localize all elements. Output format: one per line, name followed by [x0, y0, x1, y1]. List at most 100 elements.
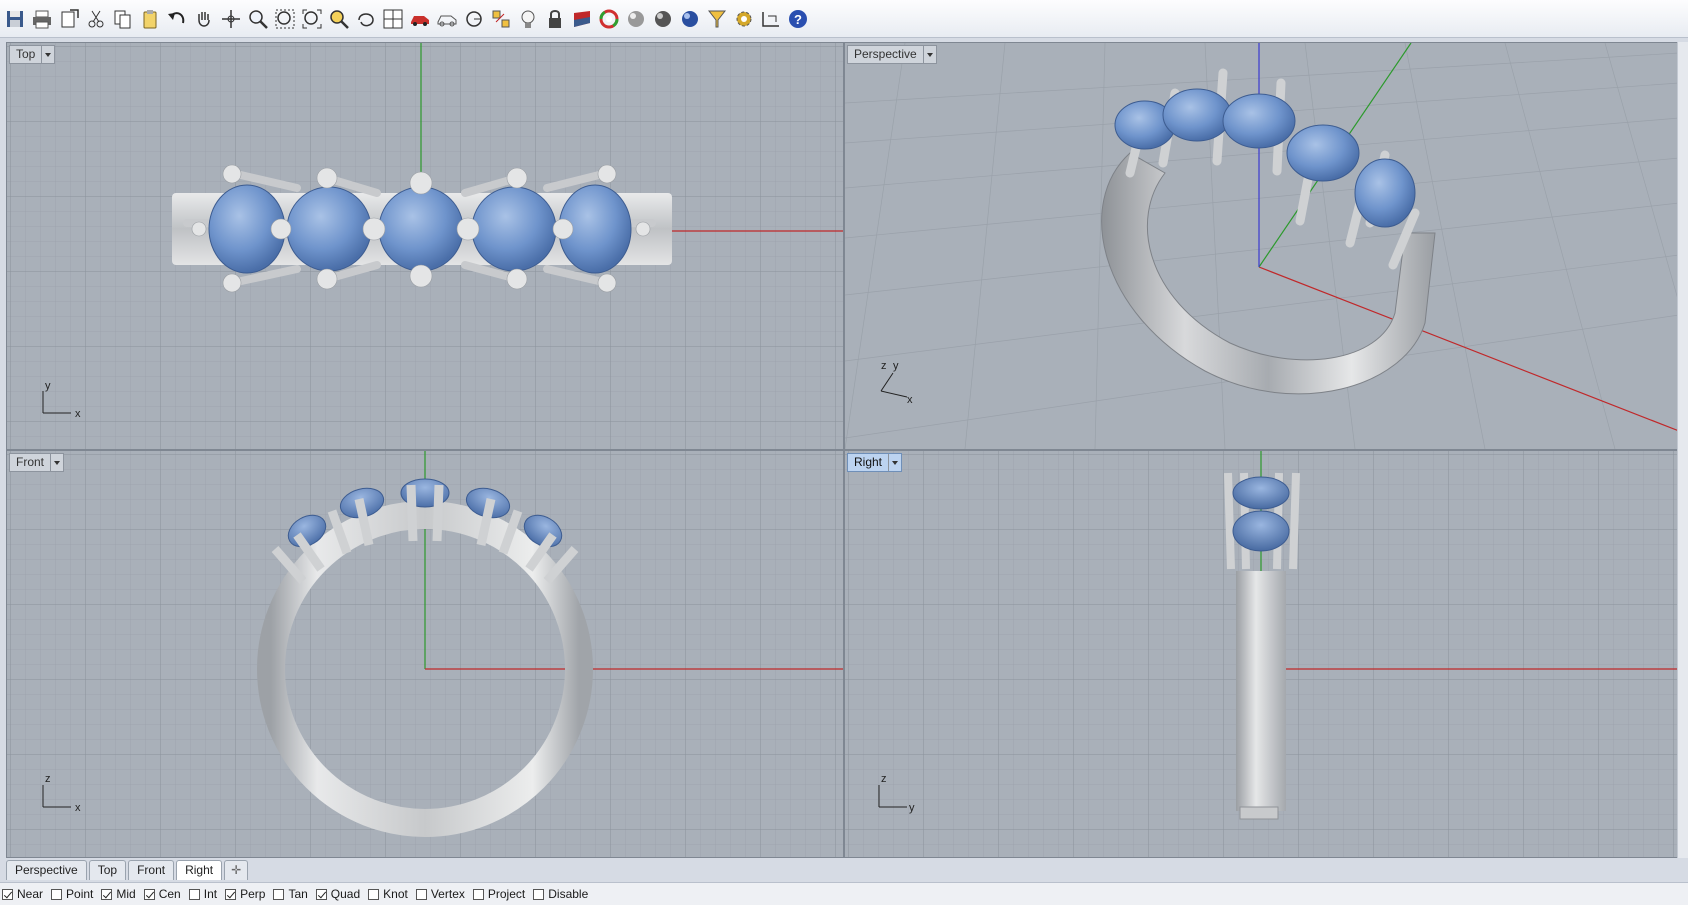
viewport-label-top[interactable]: Top [9, 45, 56, 64]
osnap-disable[interactable]: Disable [533, 887, 588, 901]
tab-front[interactable]: Front [128, 860, 175, 880]
circle-button[interactable] [461, 6, 487, 32]
right-view-scene[interactable]: z y [845, 451, 1679, 857]
chevron-down-icon[interactable] [888, 454, 901, 471]
checkbox[interactable] [415, 888, 427, 900]
osnap-int[interactable]: Int [188, 887, 218, 901]
car-shade-button[interactable] [407, 6, 433, 32]
car-wire-button[interactable] [434, 6, 460, 32]
zoom-window-button[interactable] [272, 6, 298, 32]
save-button[interactable] [2, 6, 28, 32]
svg-text:z: z [45, 773, 51, 785]
lock-icon [549, 9, 561, 28]
color-wheel-button[interactable] [596, 6, 622, 32]
checkbox[interactable] [188, 888, 200, 900]
tab-top[interactable]: Top [88, 860, 127, 880]
sphere-blue-button[interactable] [677, 6, 703, 32]
pan-icon [198, 11, 210, 27]
osnap-label: Mid [116, 887, 136, 901]
zoom-window-icon [275, 9, 295, 28]
osnap-mid[interactable]: Mid [101, 887, 136, 901]
checkbox[interactable] [368, 888, 380, 900]
light-bulb-icon [521, 10, 535, 28]
cut-button[interactable] [83, 6, 109, 32]
osnap-vertex[interactable]: Vertex [415, 887, 465, 901]
cut-icon [88, 10, 104, 27]
help-button[interactable]: ? [785, 6, 811, 32]
osnap-label: Point [66, 887, 94, 901]
viewport-right[interactable]: z y Right [844, 450, 1680, 858]
osnap-project[interactable]: Project [472, 887, 526, 901]
zoom-button[interactable] [245, 6, 271, 32]
vertical-scrollbar[interactable] [1677, 42, 1688, 858]
osnap-label: Vertex [430, 887, 465, 901]
chevron-down-icon[interactable] [50, 454, 63, 471]
osnap-point[interactable]: Point [51, 887, 93, 901]
viewport-name: Right [854, 455, 883, 469]
chevron-down-icon[interactable] [922, 46, 936, 63]
export-button[interactable] [56, 6, 82, 32]
svg-text:z: z [881, 773, 887, 785]
points-button[interactable] [488, 6, 514, 32]
sphere-grey-icon [628, 10, 644, 27]
checkbox[interactable] [273, 888, 285, 900]
zoom-selected-button[interactable] [326, 6, 352, 32]
osnap-cen[interactable]: Cen [143, 887, 181, 901]
sphere-dark-button[interactable] [650, 6, 676, 32]
tab-perspective[interactable]: Perspective [6, 860, 87, 880]
viewport-label-front[interactable]: Front [9, 453, 65, 472]
checkbox[interactable] [143, 888, 155, 900]
dimension-button[interactable] [758, 6, 784, 32]
checkbox[interactable] [472, 888, 484, 900]
zoom-extents-button[interactable] [299, 6, 325, 32]
viewport-front[interactable]: z x Front [6, 450, 844, 858]
rotate-view-icon [222, 9, 240, 28]
front-view-scene[interactable]: z x [7, 451, 843, 857]
light-bulb-button[interactable] [515, 6, 541, 32]
osnap-quad[interactable]: Quad [315, 887, 361, 901]
checkbox[interactable] [101, 888, 113, 900]
viewport-top[interactable]: y x Top [6, 42, 844, 450]
plus-icon: ✛ [231, 863, 242, 877]
zoom-icon [249, 9, 268, 29]
paste-button[interactable] [137, 6, 163, 32]
perspective-view-scene[interactable]: z y x [845, 43, 1679, 449]
sphere-dark-icon [655, 10, 671, 27]
viewport-label-right[interactable]: Right [847, 453, 903, 472]
snap-filter-button[interactable] [704, 6, 730, 32]
checkbox[interactable] [2, 888, 13, 900]
chevron-down-icon[interactable] [41, 46, 54, 63]
checkbox[interactable] [51, 888, 63, 900]
osnap-label: Int [203, 887, 218, 901]
four-viewports-button[interactable] [380, 6, 406, 32]
undo-button[interactable] [164, 6, 190, 32]
checkbox[interactable] [315, 888, 327, 900]
add-tab-button[interactable]: ✛ [224, 860, 249, 880]
viewport-name: Front [16, 455, 45, 469]
osnap-perp[interactable]: Perp [225, 887, 265, 901]
print-button[interactable] [29, 6, 55, 32]
rotate-button[interactable] [353, 6, 379, 32]
four-viewports-icon [383, 9, 403, 28]
lock-button[interactable] [542, 6, 568, 32]
settings-gear-button[interactable] [731, 6, 757, 32]
copy-button[interactable] [110, 6, 136, 32]
checkbox[interactable] [225, 888, 237, 900]
viewport-label-perspective[interactable]: Perspective [847, 45, 937, 64]
sphere-blue-icon [682, 10, 698, 27]
pan-button[interactable] [191, 6, 217, 32]
top-view-scene[interactable]: y x [7, 43, 843, 449]
main-toolbar: ? [0, 0, 1688, 38]
osnap-tan[interactable]: Tan [273, 887, 308, 901]
svg-text:x: x [75, 408, 81, 420]
checkbox[interactable] [533, 888, 545, 900]
tab-right[interactable]: Right [176, 860, 223, 880]
osnap-label: Quad [330, 887, 361, 901]
rotate-view-button[interactable] [218, 6, 244, 32]
osnap-near[interactable]: Near [2, 887, 43, 901]
osnap-label: Project [487, 887, 526, 901]
viewport-perspective[interactable]: z y x Perspective [844, 42, 1680, 450]
osnap-knot[interactable]: Knot [368, 887, 408, 901]
sphere-grey-button[interactable] [623, 6, 649, 32]
material-button[interactable] [569, 6, 595, 32]
